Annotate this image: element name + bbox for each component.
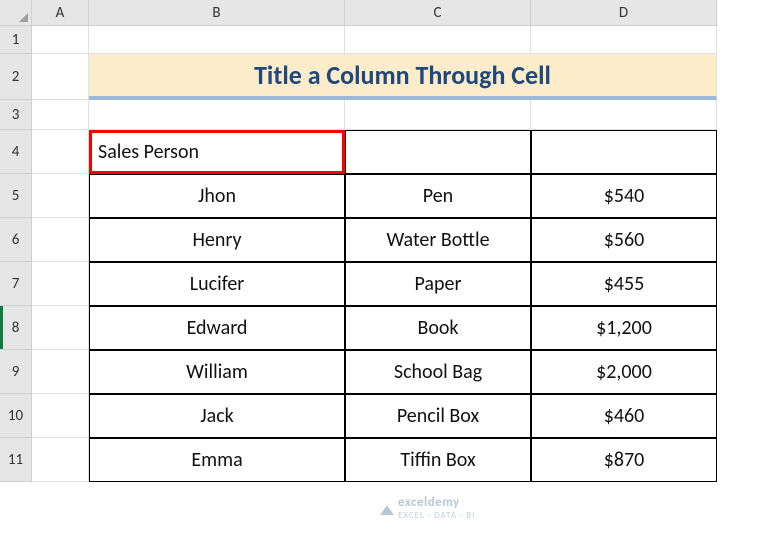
- cell-D3[interactable]: [531, 100, 717, 130]
- cell-A6[interactable]: [32, 218, 89, 262]
- cell-B9[interactable]: William: [89, 350, 345, 394]
- cell-A4[interactable]: [32, 130, 89, 174]
- cell-A2[interactable]: [32, 54, 89, 100]
- row-header-4[interactable]: 4: [0, 130, 32, 174]
- cell-D5[interactable]: $540: [531, 174, 717, 218]
- row-header-3[interactable]: 3: [0, 100, 32, 130]
- row-header-11[interactable]: 11: [0, 438, 32, 482]
- cell-A9[interactable]: [32, 350, 89, 394]
- cell-D11[interactable]: $870: [531, 438, 717, 482]
- row-header-2[interactable]: 2: [0, 54, 32, 100]
- watermark: exceldemy EXCEL · DATA · BI: [380, 495, 475, 521]
- cell-B1[interactable]: [89, 26, 345, 54]
- cell-B5[interactable]: Jhon: [89, 174, 345, 218]
- cell-C6[interactable]: Water Bottle: [345, 218, 531, 262]
- cell-A1[interactable]: [32, 26, 89, 54]
- row-header-1[interactable]: 1: [0, 26, 32, 54]
- cell-B7[interactable]: Lucifer: [89, 262, 345, 306]
- cell-D4[interactable]: [531, 130, 717, 174]
- cell-A7[interactable]: [32, 262, 89, 306]
- row-header-7[interactable]: 7: [0, 262, 32, 306]
- cell-B10[interactable]: Jack: [89, 394, 345, 438]
- cell-C4[interactable]: [345, 130, 531, 174]
- cell-C9[interactable]: School Bag: [345, 350, 531, 394]
- cell-D6[interactable]: $560: [531, 218, 717, 262]
- cell-D10[interactable]: $460: [531, 394, 717, 438]
- row-header-9[interactable]: 9: [0, 350, 32, 394]
- cell-D9[interactable]: $2,000: [531, 350, 717, 394]
- cell-C11[interactable]: Tiffin Box: [345, 438, 531, 482]
- row-header-8[interactable]: 8: [0, 306, 32, 350]
- col-header-B[interactable]: B: [89, 0, 345, 26]
- cell-C1[interactable]: [345, 26, 531, 54]
- row-header-10[interactable]: 10: [0, 394, 32, 438]
- watermark-tag: EXCEL · DATA · BI: [398, 510, 475, 521]
- cell-A3[interactable]: [32, 100, 89, 130]
- cell-B3[interactable]: [89, 100, 345, 130]
- spreadsheet-grid: A B C D 1 2 Title a Column Through Cell …: [0, 0, 717, 482]
- watermark-icon: [380, 501, 394, 515]
- cell-D8[interactable]: $1,200: [531, 306, 717, 350]
- cell-C5[interactable]: Pen: [345, 174, 531, 218]
- cell-C10[interactable]: Pencil Box: [345, 394, 531, 438]
- cell-C8[interactable]: Book: [345, 306, 531, 350]
- col-header-D[interactable]: D: [531, 0, 717, 26]
- cell-A5[interactable]: [32, 174, 89, 218]
- cell-C7[interactable]: Paper: [345, 262, 531, 306]
- row-header-6[interactable]: 6: [0, 218, 32, 262]
- cell-B8[interactable]: Edward: [89, 306, 345, 350]
- cell-A8[interactable]: [32, 306, 89, 350]
- col-header-C[interactable]: C: [345, 0, 531, 26]
- cell-D1[interactable]: [531, 26, 717, 54]
- select-all-corner[interactable]: [0, 0, 32, 26]
- watermark-brand: exceldemy: [398, 495, 475, 510]
- cell-A10[interactable]: [32, 394, 89, 438]
- cell-B11[interactable]: Emma: [89, 438, 345, 482]
- title-cell[interactable]: Title a Column Through Cell: [89, 54, 717, 100]
- cell-C3[interactable]: [345, 100, 531, 130]
- row-header-5[interactable]: 5: [0, 174, 32, 218]
- col-header-A[interactable]: A: [32, 0, 89, 26]
- cell-B4-highlighted[interactable]: Sales Person: [89, 130, 345, 174]
- cell-A11[interactable]: [32, 438, 89, 482]
- cell-B6[interactable]: Henry: [89, 218, 345, 262]
- cell-D7[interactable]: $455: [531, 262, 717, 306]
